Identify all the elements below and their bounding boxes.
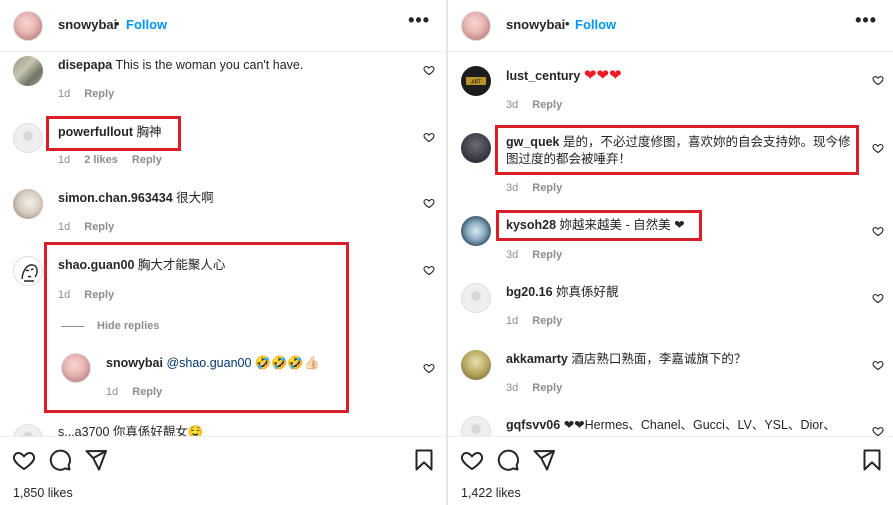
like-heart-icon[interactable] <box>423 362 435 374</box>
like-heart-icon[interactable] <box>872 292 884 304</box>
commenter-avatar[interactable] <box>13 123 43 153</box>
art-logo-icon: ART <box>466 77 486 86</box>
comment-text: 妳真係好靚 <box>556 285 619 299</box>
like-heart-icon[interactable] <box>872 74 884 86</box>
comment-time: 3d <box>506 99 519 111</box>
post-actions-bar <box>448 445 893 475</box>
comment-item: gqfsvv06 ❤❤Hermes、Chanel、Gucci、LV、YSL、Di… <box>448 416 893 436</box>
comment-text: 很大啊 <box>176 191 214 205</box>
comment-time: 1d <box>58 154 71 166</box>
comment-time: 1d <box>506 315 519 327</box>
commenter-avatar[interactable] <box>13 56 43 86</box>
commenter-avatar[interactable] <box>461 133 491 163</box>
commenter-avatar[interactable] <box>13 424 43 436</box>
commenter-avatar[interactable] <box>461 283 491 313</box>
comment-text: ❤❤Hermes、Chanel、Gucci、LV、YSL、Dior、 <box>563 418 836 432</box>
likes-count[interactable]: 1,422 likes <box>461 486 521 500</box>
comment-text: ❤❤❤ <box>583 67 622 84</box>
comment-icon[interactable] <box>496 448 520 472</box>
comment-text: This is the woman you can't have. <box>115 58 304 72</box>
comment-username[interactable]: gqfsvv06 <box>506 418 560 432</box>
comment-time: 3d <box>506 249 519 261</box>
commenter-avatar[interactable] <box>461 416 491 436</box>
right-post-panel: snowybai • Follow ••• ART lust_century ❤… <box>448 0 893 505</box>
actions-divider <box>0 436 446 437</box>
like-heart-icon[interactable] <box>423 197 435 209</box>
sketch-avatar-icon <box>21 264 38 282</box>
red-highlight-box <box>496 210 702 241</box>
separator-dot: • <box>565 16 570 31</box>
bookmark-icon[interactable] <box>412 448 436 472</box>
like-heart-icon[interactable] <box>423 264 435 276</box>
reply-button[interactable]: Reply <box>532 315 562 327</box>
separator-dot: • <box>115 16 120 31</box>
like-heart-icon[interactable] <box>872 359 884 371</box>
like-heart-icon[interactable] <box>872 225 884 237</box>
reply-button[interactable]: Reply <box>532 99 562 111</box>
reply-button[interactable]: Reply <box>132 154 162 166</box>
comment-username[interactable]: disepapa <box>58 58 112 72</box>
author-avatar[interactable] <box>461 11 491 41</box>
comment-username[interactable]: lust_century <box>506 69 580 83</box>
red-highlight-box <box>495 125 859 175</box>
comment-time: 3d <box>506 182 519 194</box>
heart-icon[interactable] <box>12 448 36 472</box>
share-icon[interactable] <box>532 448 556 472</box>
red-highlight-box <box>46 116 181 151</box>
author-username[interactable]: snowybai <box>506 17 565 32</box>
post-actions-bar <box>0 445 446 475</box>
share-icon[interactable] <box>84 448 108 472</box>
more-options-icon[interactable]: ••• <box>855 10 877 31</box>
heart-icon[interactable] <box>460 448 484 472</box>
comment-username[interactable]: bg20.16 <box>506 285 553 299</box>
comment-text: 酒店熟口熟面，李嘉诚旗下的？ <box>571 352 747 366</box>
reply-button[interactable]: Reply <box>532 382 562 394</box>
svg-text:ART: ART <box>471 80 482 86</box>
reply-button[interactable]: Reply <box>532 182 562 194</box>
left-post-panel: snowybai • Follow ••• disepapa This is t… <box>0 0 446 505</box>
comment-text: s...a3700 你真係好靚女🤤 <box>58 425 204 436</box>
like-heart-icon[interactable] <box>423 64 435 76</box>
red-highlight-box <box>44 242 349 413</box>
commenter-avatar[interactable] <box>461 216 491 246</box>
comment-icon[interactable] <box>48 448 72 472</box>
more-options-icon[interactable]: ••• <box>408 10 430 31</box>
comment-item: s...a3700 你真係好靚女🤤 <box>0 424 446 436</box>
comment-likes[interactable]: 2 likes <box>84 154 118 166</box>
like-heart-icon[interactable] <box>872 425 884 436</box>
commenter-avatar[interactable] <box>461 350 491 380</box>
follow-button[interactable]: Follow <box>126 17 167 32</box>
like-heart-icon[interactable] <box>423 131 435 143</box>
bookmark-icon[interactable] <box>860 448 884 472</box>
like-heart-icon[interactable] <box>872 142 884 154</box>
reply-button[interactable]: Reply <box>532 249 562 261</box>
comment-username[interactable]: akkamarty <box>506 352 568 366</box>
author-username[interactable]: snowybai <box>58 17 117 32</box>
reply-button[interactable]: Reply <box>84 88 114 100</box>
commenter-avatar[interactable] <box>13 256 43 286</box>
likes-count[interactable]: 1,850 likes <box>13 486 73 500</box>
comment-username[interactable]: simon.chan.963434 <box>58 191 173 205</box>
reply-button[interactable]: Reply <box>84 221 114 233</box>
commenter-avatar[interactable]: ART <box>461 66 491 96</box>
comment-time: 1d <box>58 221 71 233</box>
post-header: snowybai • Follow ••• <box>448 0 893 52</box>
author-avatar[interactable] <box>13 11 43 41</box>
follow-button[interactable]: Follow <box>575 17 616 32</box>
commenter-avatar[interactable] <box>13 189 43 219</box>
comment-time: 1d <box>58 88 71 100</box>
post-header: snowybai • Follow ••• <box>0 0 446 52</box>
comment-time: 3d <box>506 382 519 394</box>
actions-divider <box>448 436 893 437</box>
